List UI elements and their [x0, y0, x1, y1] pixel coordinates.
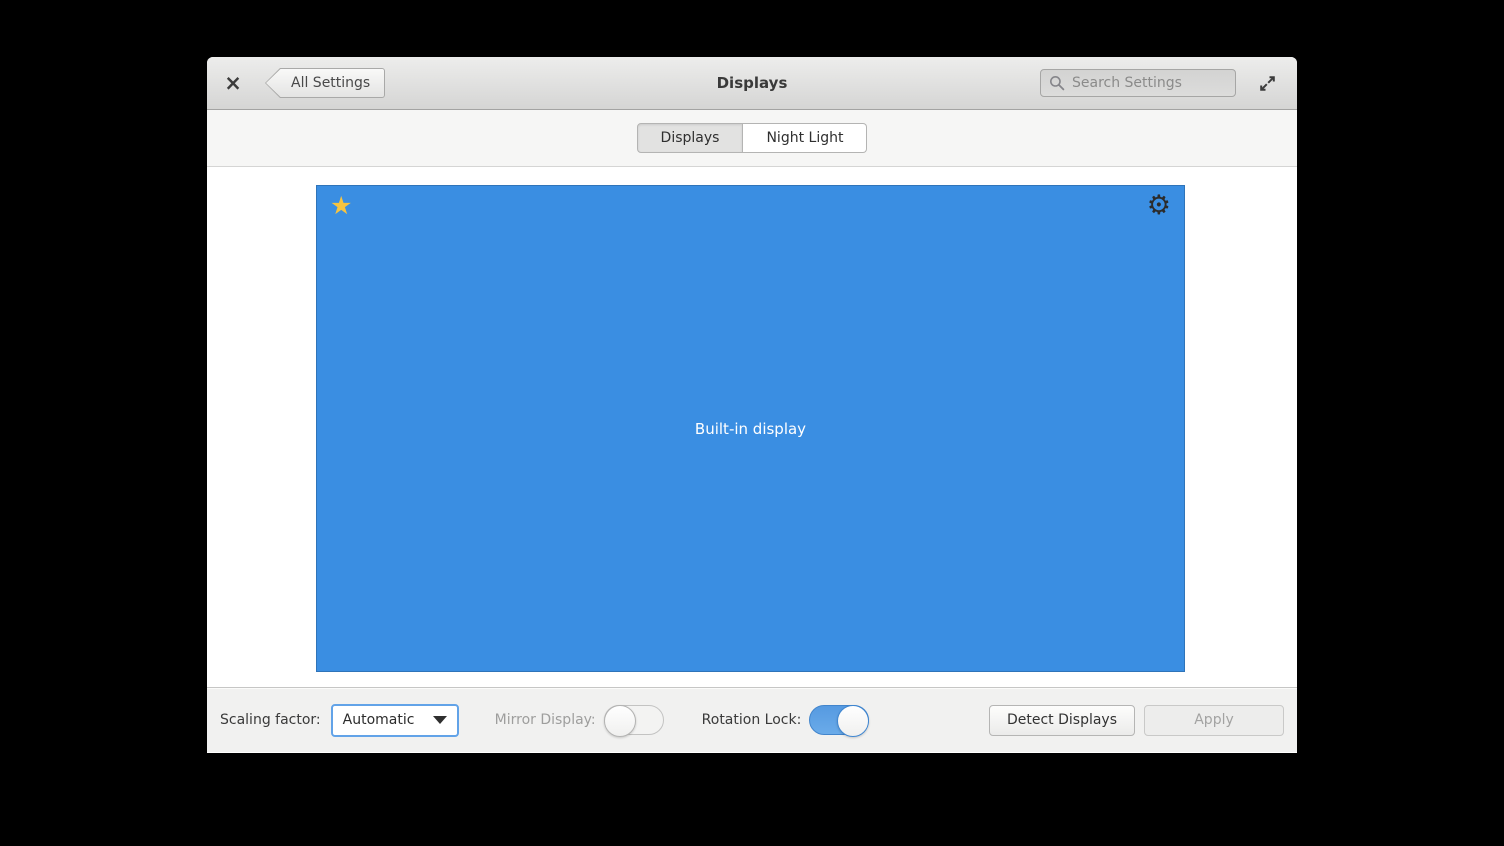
primary-display-star-icon: ★ — [330, 190, 352, 223]
monitor-name-label: Built-in display — [695, 420, 806, 438]
expand-diagonal-icon — [1258, 74, 1277, 93]
settings-window: × All Settings Displays — [207, 57, 1297, 753]
detect-displays-label: Detect Displays — [1007, 712, 1117, 728]
rotation-lock-toggle[interactable] — [809, 705, 869, 735]
scaling-factor-value: Automatic — [343, 712, 415, 728]
apply-label: Apply — [1194, 712, 1234, 728]
detect-displays-button[interactable]: Detect Displays — [989, 705, 1135, 736]
mirror-display-toggle[interactable] — [604, 705, 664, 735]
apply-button: Apply — [1144, 705, 1284, 736]
tab-night-light-label: Night Light — [766, 130, 843, 146]
mirror-toggle-knob — [604, 705, 636, 737]
display-arrangement-area: ★ ⚙ Built-in display — [207, 167, 1297, 687]
resize-button[interactable] — [1254, 70, 1280, 96]
monitor-built-in-display[interactable]: ★ ⚙ Built-in display — [316, 185, 1185, 672]
back-button-label: All Settings — [291, 75, 370, 91]
search-settings-field[interactable] — [1040, 69, 1236, 97]
rotation-lock-label: Rotation Lock: — [702, 712, 802, 728]
close-button[interactable]: × — [220, 70, 246, 96]
search-input[interactable] — [1072, 75, 1227, 91]
scaling-factor-label: Scaling factor: — [220, 712, 321, 728]
action-bar: Scaling factor: Automatic Mirror Display… — [207, 687, 1297, 752]
mirror-display-label: Mirror Display: — [495, 712, 596, 728]
tab-displays-label: Displays — [661, 130, 720, 146]
header-bar: × All Settings Displays — [207, 57, 1297, 110]
all-settings-back-button[interactable]: All Settings — [265, 68, 385, 98]
scaling-factor-dropdown[interactable]: Automatic — [331, 704, 459, 737]
dropdown-caret-icon — [433, 716, 447, 724]
display-settings-gear-icon[interactable]: ⚙ — [1147, 188, 1171, 223]
close-icon: × — [224, 71, 242, 95]
rotation-toggle-knob — [837, 705, 869, 737]
tab-night-light[interactable]: Night Light — [743, 123, 867, 153]
window-title: Displays — [717, 74, 788, 92]
view-switcher: Displays Night Light — [207, 110, 1297, 167]
desktop-background: { "window": { "title": "Displays" }, "he… — [0, 0, 1504, 846]
tab-displays[interactable]: Displays — [637, 123, 744, 153]
search-icon — [1049, 75, 1065, 91]
